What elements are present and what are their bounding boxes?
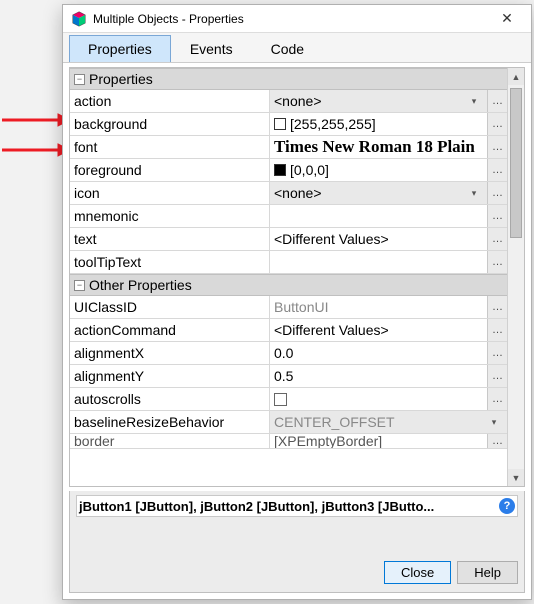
properties-dialog: Multiple Objects - Properties ✕ Properti… (62, 4, 532, 600)
prop-name: font (70, 136, 270, 158)
annotation-arrow (0, 110, 70, 130)
prop-row-baselineResizeBehavior: baselineResizeBehavior CENTER_OFFSET ▾ (70, 411, 507, 434)
ellipsis-button[interactable]: … (487, 251, 507, 273)
prop-value[interactable]: <none> ▾ (270, 182, 487, 204)
section-label: Properties (89, 71, 153, 87)
prop-name: text (70, 228, 270, 250)
prop-row-toolTipText: toolTipText … (70, 251, 507, 274)
tab-code[interactable]: Code (252, 35, 323, 62)
app-icon (71, 11, 87, 27)
color-swatch (274, 118, 286, 130)
prop-row-border: border [XPEmptyBorder] … (70, 434, 507, 449)
help-icon[interactable]: ? (499, 498, 515, 514)
ellipsis-button[interactable]: … (487, 319, 507, 341)
prop-value[interactable]: <Different Values> (270, 228, 487, 250)
chevron-down-icon[interactable]: ▾ (465, 92, 483, 110)
prop-row-foreground: foreground [0,0,0] … (70, 159, 507, 182)
prop-row-alignmentY: alignmentY 0.5 … (70, 365, 507, 388)
prop-value[interactable] (270, 205, 487, 227)
prop-value[interactable]: [255,255,255] (270, 113, 487, 135)
checkbox[interactable] (274, 393, 287, 406)
ellipsis-button[interactable]: … (487, 342, 507, 364)
prop-name: actionCommand (70, 319, 270, 341)
prop-row-font: font Times New Roman 18 Plain … (70, 136, 507, 159)
prop-row-icon: icon <none> ▾ … (70, 182, 507, 205)
section-label: Other Properties (89, 277, 192, 293)
scroll-up-button[interactable]: ▲ (508, 68, 524, 85)
prop-name: alignmentY (70, 365, 270, 387)
ellipsis-button[interactable]: … (487, 90, 507, 112)
prop-value[interactable]: [0,0,0] (270, 159, 487, 181)
prop-row-actionCommand: actionCommand <Different Values> … (70, 319, 507, 342)
prop-value[interactable]: Times New Roman 18 Plain (270, 136, 487, 158)
window-close-button[interactable]: ✕ (487, 7, 527, 31)
prop-value: CENTER_OFFSET ▾ (270, 411, 507, 433)
selection-label: jButton1 [JButton], jButton2 [JButton], … (76, 495, 518, 517)
prop-name: autoscrolls (70, 388, 270, 410)
scroll-thumb[interactable] (510, 88, 522, 238)
prop-row-mnemonic: mnemonic … (70, 205, 507, 228)
prop-name: UIClassID (70, 296, 270, 318)
chevron-down-icon: ▾ (485, 413, 503, 431)
tab-bar: Properties Events Code (63, 33, 531, 63)
prop-name: icon (70, 182, 270, 204)
section-properties[interactable]: − Properties (70, 68, 507, 90)
ellipsis-button[interactable]: … (487, 365, 507, 387)
prop-name: baselineResizeBehavior (70, 411, 270, 433)
prop-value[interactable]: [XPEmptyBorder] (270, 434, 487, 448)
ellipsis-button[interactable]: … (487, 296, 507, 318)
footer-panel: jButton1 [JButton], jButton2 [JButton], … (69, 491, 525, 593)
section-other[interactable]: − Other Properties (70, 274, 507, 296)
prop-value[interactable]: <Different Values> (270, 319, 487, 341)
close-button[interactable]: Close (384, 561, 451, 584)
collapse-icon[interactable]: − (74, 74, 85, 85)
ellipsis-button[interactable]: … (487, 136, 507, 158)
prop-name: border (70, 434, 270, 448)
prop-value: ButtonUI (270, 296, 487, 318)
help-button[interactable]: Help (457, 561, 518, 584)
collapse-icon[interactable]: − (74, 280, 85, 291)
prop-name: mnemonic (70, 205, 270, 227)
prop-row-text: text <Different Values> … (70, 228, 507, 251)
prop-row-alignmentX: alignmentX 0.0 … (70, 342, 507, 365)
tab-events[interactable]: Events (171, 35, 252, 62)
ellipsis-button[interactable]: … (487, 159, 507, 181)
ellipsis-button[interactable]: … (487, 434, 507, 448)
prop-name: background (70, 113, 270, 135)
prop-value[interactable] (270, 388, 487, 410)
ellipsis-button[interactable]: … (487, 205, 507, 227)
prop-value[interactable] (270, 251, 487, 273)
prop-row-action: action <none> ▾ … (70, 90, 507, 113)
prop-name: action (70, 90, 270, 112)
prop-name: toolTipText (70, 251, 270, 273)
window-title: Multiple Objects - Properties (93, 12, 487, 26)
prop-name: alignmentX (70, 342, 270, 364)
prop-value[interactable]: <none> ▾ (270, 90, 487, 112)
vertical-scrollbar[interactable]: ▲ ▼ (507, 68, 524, 486)
prop-row-background: background [255,255,255] … (70, 113, 507, 136)
ellipsis-button[interactable]: … (487, 228, 507, 250)
ellipsis-button[interactable]: … (487, 388, 507, 410)
prop-row-autoscrolls: autoscrolls … (70, 388, 507, 411)
prop-name: foreground (70, 159, 270, 181)
tab-properties[interactable]: Properties (69, 35, 171, 62)
titlebar: Multiple Objects - Properties ✕ (63, 5, 531, 33)
scroll-down-button[interactable]: ▼ (508, 469, 524, 486)
ellipsis-button[interactable]: … (487, 182, 507, 204)
prop-value[interactable]: 0.5 (270, 365, 487, 387)
ellipsis-button[interactable]: … (487, 113, 507, 135)
chevron-down-icon[interactable]: ▾ (465, 184, 483, 202)
property-sheet: − Properties action <none> ▾ … backgroun… (70, 68, 507, 486)
prop-value[interactable]: 0.0 (270, 342, 487, 364)
prop-row-UIClassID: UIClassID ButtonUI … (70, 296, 507, 319)
annotation-arrow (0, 140, 70, 160)
color-swatch (274, 164, 286, 176)
